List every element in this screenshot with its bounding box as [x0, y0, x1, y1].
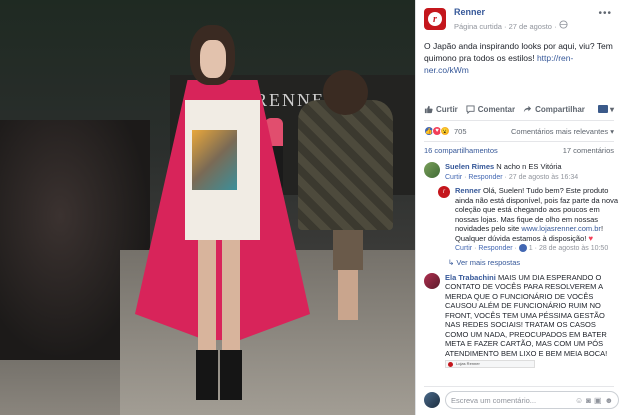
- comment-text: N acho n ES Vitória: [496, 162, 562, 171]
- post-text-body: O Japão anda inspirando looks por aqui, …: [424, 41, 613, 63]
- reactions-count: 705: [454, 126, 467, 136]
- comment-sort-dropdown[interactable]: Comentários mais relevantes ▾: [511, 127, 614, 136]
- comment-time[interactable]: 28 de agosto às 10:50: [539, 245, 608, 252]
- attached-link-label: Lojas Renner: [456, 361, 480, 367]
- divider: [424, 386, 614, 387]
- comment: Ela Trabachini MAIS UM DIA ESPERANDO O C…: [424, 272, 619, 368]
- reaction-summary[interactable]: 👍 ♥ 😮 705 Comentários mais relevantes ▾: [424, 124, 614, 138]
- comment-reply-button[interactable]: Responder: [478, 245, 512, 252]
- comment-meta: Curtir · Responder · 27 de agosto às 16:…: [445, 173, 579, 181]
- globe-icon: [559, 20, 568, 29]
- avatar: [424, 392, 440, 408]
- comment-text: MAIS UM DIA ESPERANDO O CONTATO DE VOCÊS…: [445, 272, 608, 358]
- post-text: O Japão anda inspirando looks por aqui, …: [424, 40, 614, 76]
- view-more-replies[interactable]: ↳ Ver mais respostas: [448, 258, 619, 267]
- comment-button[interactable]: Comentar: [466, 105, 515, 114]
- post-photo[interactable]: RENNER: [0, 0, 415, 415]
- comment-like-button[interactable]: Curtir: [445, 174, 462, 181]
- comment-reply: r Renner Olá, Suelen! Tudo bem? Este pro…: [438, 186, 619, 254]
- shorts: [333, 230, 363, 270]
- thumbs-up-icon: [424, 105, 433, 113]
- divider: [424, 120, 614, 121]
- shares-count[interactable]: 16 compartilhamentos: [424, 146, 498, 158]
- page-name[interactable]: Renner: [454, 7, 485, 17]
- share-icon: [524, 105, 532, 112]
- comment-author[interactable]: Ela Trabachini: [445, 273, 496, 282]
- post-side-panel: r Renner Página curtida · 27 de agosto ·…: [415, 0, 620, 415]
- comment-likes: 1: [528, 245, 533, 252]
- renner-logo-icon: r: [428, 12, 442, 26]
- like-label: Curtir: [436, 104, 458, 114]
- comment-author[interactable]: Renner: [455, 186, 481, 195]
- dress-print: [192, 130, 237, 190]
- comment-composer: Escreva um comentário... ☺ ◙ ▣ ☻: [424, 390, 619, 410]
- comment-author[interactable]: Suelen Rimes: [445, 162, 494, 171]
- main-model: [130, 20, 320, 400]
- page-selector-icon: [597, 105, 608, 113]
- page-selector[interactable]: ▾: [597, 104, 614, 114]
- hair: [323, 70, 368, 115]
- left-boot: [196, 350, 218, 400]
- avatar[interactable]: r: [438, 186, 450, 198]
- comment-icon: [466, 104, 475, 114]
- comment-list: Suelen Rimes N acho n ES Vitória Curtir …: [424, 162, 619, 372]
- divider: [424, 141, 614, 142]
- renner-logo-icon: [448, 361, 453, 367]
- right-boot: [220, 350, 242, 400]
- sticker-icon[interactable]: ☻: [605, 396, 613, 405]
- like-badge-icon: [518, 244, 527, 253]
- share-label: Compartilhar: [535, 104, 585, 114]
- post-meta: Página curtida · 27 de agosto ·: [454, 20, 568, 31]
- page-avatar[interactable]: r: [424, 8, 446, 30]
- comment-sort-label: Comentários mais relevantes: [511, 126, 609, 136]
- comments-count[interactable]: 17 comentários: [563, 146, 614, 158]
- gif-icon[interactable]: ▣: [594, 396, 602, 405]
- comment-meta: Curtir · Responder · 1 · 28 de agosto às…: [455, 244, 609, 253]
- comment-body: Ela Trabachini MAIS UM DIA ESPERANDO O C…: [445, 272, 619, 368]
- engagement-counts: 16 compartilhamentos 17 comentários: [424, 146, 614, 158]
- post-actions: Curtir Comentar Compartilhar ▾: [424, 100, 614, 118]
- emoji-icon[interactable]: ☺: [575, 396, 583, 405]
- composer-icons: ☺ ◙ ▣ ☻: [575, 396, 613, 405]
- reply-arrow-icon: ↳: [448, 257, 455, 267]
- comment: Suelen Rimes N acho n ES Vitória Curtir …: [424, 162, 619, 182]
- avatar[interactable]: [424, 272, 440, 289]
- face: [200, 40, 226, 78]
- chevron-down-icon: ▾: [610, 126, 614, 136]
- heart-icon: ♥: [588, 233, 594, 243]
- comment-body: Renner Olá, Suelen! Tudo bem? Este produ…: [455, 186, 619, 254]
- comment-body: Suelen Rimes N acho n ES Vitória Curtir …: [445, 162, 578, 182]
- post-meta-text: Página curtida · 27 de agosto ·: [454, 22, 559, 31]
- comment-input-placeholder: Escreva um comentário...: [451, 395, 537, 405]
- camera-icon[interactable]: ◙: [586, 396, 591, 405]
- attached-link-preview[interactable]: Lojas Renner: [445, 360, 535, 368]
- comment-like-button[interactable]: Curtir: [455, 245, 472, 252]
- comment-label: Comentar: [477, 104, 516, 114]
- more-options-icon[interactable]: •••: [598, 8, 612, 19]
- avatar[interactable]: [424, 162, 440, 178]
- comment-reply-button[interactable]: Responder: [468, 174, 502, 181]
- share-button[interactable]: Compartilhar: [523, 105, 585, 114]
- like-button[interactable]: Curtir: [424, 105, 458, 114]
- comment-input[interactable]: Escreva um comentário... ☺ ◙ ▣ ☻: [445, 391, 619, 409]
- chevron-down-icon: ▾: [609, 104, 614, 114]
- wow-reaction-icon: 😮: [440, 126, 450, 136]
- legs: [338, 270, 358, 320]
- comment-link[interactable]: www.lojasrenner.com.br: [521, 224, 601, 233]
- view-more-replies-label: Ver mais respostas: [456, 257, 521, 267]
- post-header: r Renner Página curtida · 27 de agosto ·…: [424, 6, 614, 34]
- comment-time[interactable]: 27 de agosto às 16:34: [509, 174, 578, 181]
